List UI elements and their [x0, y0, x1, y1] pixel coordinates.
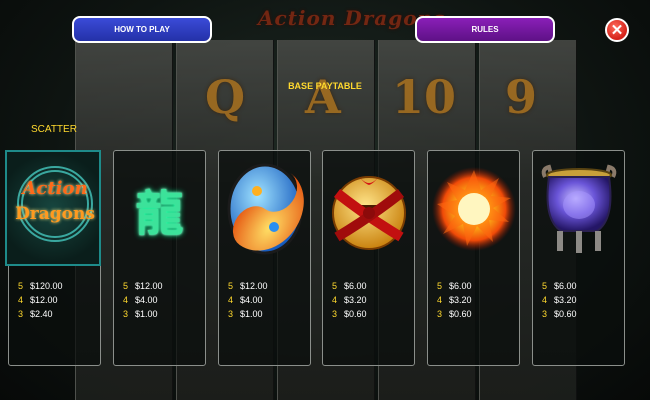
pay-amount: $0.60 — [344, 309, 367, 319]
pay-amount: $3.20 — [554, 295, 577, 305]
pay-row: 3 $0.60 — [332, 307, 367, 321]
pay-count: 4 — [123, 295, 129, 305]
paytable-card: 龍 5 $12.00 4 $4.00 3 $1.00 — [113, 150, 206, 366]
pay-count: 5 — [228, 281, 234, 291]
pay-count: 4 — [228, 295, 234, 305]
pay-list: 5 $6.00 4 $3.20 3 $0.60 — [437, 279, 472, 321]
pay-list: 5 $6.00 4 $3.20 3 $0.60 — [332, 279, 367, 321]
pay-amount: $4.00 — [135, 295, 158, 305]
background-reel-letter: Q — [205, 70, 246, 124]
pay-row: 4 $3.20 — [332, 293, 367, 307]
scatter-logo-line2: Dragons — [15, 204, 95, 224]
pay-row: 5 $12.00 — [228, 279, 268, 293]
pay-list: 5 $12.00 4 $4.00 3 $1.00 — [228, 279, 268, 321]
background-reel-letter: 9 — [505, 70, 538, 124]
pay-row: 3 $0.60 — [437, 307, 472, 321]
pay-count: 5 — [542, 281, 548, 291]
paytable-card: 5 $6.00 4 $3.20 3 $0.60 — [532, 150, 625, 366]
pay-row: 4 $3.20 — [542, 293, 577, 307]
pay-amount: $2.40 — [30, 309, 53, 319]
pay-row: 4 $3.20 — [437, 293, 472, 307]
pay-count: 4 — [542, 295, 548, 305]
pay-amount: $6.00 — [554, 281, 577, 291]
yin-yang-orb-icon — [219, 151, 310, 266]
pay-count: 5 — [123, 281, 129, 291]
background-reel-letter: A — [305, 70, 341, 124]
pay-row: 3 $1.00 — [228, 307, 268, 321]
pay-amount: $6.00 — [344, 281, 367, 291]
pay-row: 5 $6.00 — [542, 279, 577, 293]
pay-row: 5 $6.00 — [332, 279, 367, 293]
pay-amount: $12.00 — [135, 281, 163, 291]
pay-list: 5 $120.00 4 $12.00 3 $2.40 — [18, 279, 63, 321]
rules-button[interactable]: RULES — [415, 16, 555, 43]
pay-amount: $0.60 — [554, 309, 577, 319]
background-reel-letter: 10 — [392, 70, 457, 124]
pay-amount: $120.00 — [30, 281, 63, 291]
pay-list: 5 $6.00 4 $3.20 3 $0.60 — [542, 279, 577, 321]
pay-amount: $3.20 — [449, 295, 472, 305]
pay-amount: $3.20 — [344, 295, 367, 305]
coin-ribbon-icon — [323, 151, 414, 266]
pay-amount: $6.00 — [449, 281, 472, 291]
pay-count: 4 — [18, 295, 24, 305]
pay-count: 5 — [332, 281, 338, 291]
pay-amount: $12.00 — [240, 281, 268, 291]
pay-row: 4 $4.00 — [228, 293, 268, 307]
pay-count: 4 — [332, 295, 338, 305]
pay-row: 5 $6.00 — [437, 279, 472, 293]
pay-count: 3 — [123, 309, 129, 319]
scatter-logo-line1: Action — [22, 178, 88, 199]
pay-count: 4 — [437, 295, 443, 305]
incense-urn-icon — [533, 151, 624, 266]
how-to-play-button[interactable]: HOW TO PLAY — [72, 16, 212, 43]
paytable-title: BASE PAYTABLE — [288, 81, 362, 91]
paytable-card: 5 $6.00 4 $3.20 3 $0.60 — [427, 150, 520, 366]
fireball-icon — [428, 151, 519, 266]
pay-row: 5 $12.00 — [123, 279, 163, 293]
dragon-character-icon: 龍 — [114, 151, 205, 266]
pay-count: 3 — [437, 309, 443, 319]
paytable-card: 5 $12.00 4 $4.00 3 $1.00 — [218, 150, 311, 366]
pay-count: 3 — [18, 309, 24, 319]
pay-row: 3 $2.40 — [18, 307, 63, 321]
pay-row: 5 $120.00 — [18, 279, 63, 293]
pay-amount: $12.00 — [30, 295, 58, 305]
dragon-glyph: 龍 — [135, 185, 184, 242]
pay-amount: $1.00 — [240, 309, 263, 319]
pay-amount: $0.60 — [449, 309, 472, 319]
pay-count: 3 — [542, 309, 548, 319]
pay-row: 4 $12.00 — [18, 293, 63, 307]
pay-count: 5 — [437, 281, 443, 291]
pay-count: 3 — [332, 309, 338, 319]
close-icon[interactable]: ✕ — [605, 18, 629, 42]
pay-amount: $1.00 — [135, 309, 158, 319]
pay-row: 3 $0.60 — [542, 307, 577, 321]
pay-amount: $4.00 — [240, 295, 263, 305]
scatter-label: SCATTER — [31, 124, 77, 135]
pay-count: 5 — [18, 281, 24, 291]
action-dragons-scatter-icon: Action Dragons — [5, 150, 101, 266]
pay-list: 5 $12.00 4 $4.00 3 $1.00 — [123, 279, 163, 321]
paytable-card: 5 $6.00 4 $3.20 3 $0.60 — [322, 150, 415, 366]
pay-count: 3 — [228, 309, 234, 319]
pay-row: 3 $1.00 — [123, 307, 163, 321]
pay-row: 4 $4.00 — [123, 293, 163, 307]
